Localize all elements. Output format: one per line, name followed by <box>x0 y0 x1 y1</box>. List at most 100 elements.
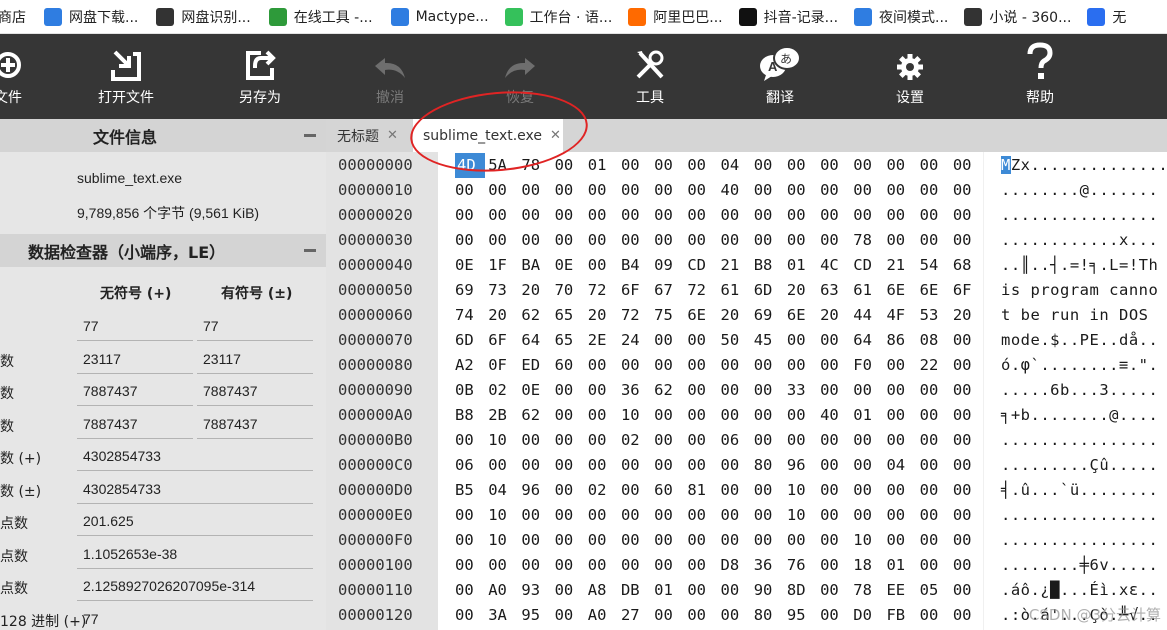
hex-byte[interactable]: 00 <box>687 203 720 228</box>
hex-byte[interactable]: 00 <box>687 353 720 378</box>
hex-byte[interactable]: 00 <box>555 578 588 603</box>
hex-byte[interactable]: 53 <box>920 303 953 328</box>
hex-byte[interactable]: 00 <box>488 453 521 478</box>
hex-byte[interactable]: 65 <box>555 328 588 353</box>
hex-byte[interactable]: 6E <box>787 303 820 328</box>
hex-byte[interactable]: 00 <box>555 428 588 453</box>
ascii-row[interactable]: ╡.û...`ü........ <box>1001 478 1158 503</box>
hex-byte[interactable]: F0 <box>853 353 886 378</box>
hex-byte[interactable]: 72 <box>687 278 720 303</box>
hex-byte[interactable]: 00 <box>687 403 720 428</box>
hex-byte[interactable]: 00 <box>588 178 621 203</box>
ascii-row[interactable]: .áô.¿█...Éì.xε.. <box>1001 578 1158 603</box>
hex-byte[interactable]: 69 <box>754 303 787 328</box>
hex-byte[interactable]: 00 <box>853 428 886 453</box>
hex-byte[interactable]: 00 <box>555 503 588 528</box>
hex-byte[interactable]: 00 <box>853 453 886 478</box>
hex-byte[interactable]: 00 <box>455 178 488 203</box>
hex-byte[interactable]: 00 <box>721 403 754 428</box>
hex-byte[interactable]: 44 <box>853 303 886 328</box>
hex-byte[interactable]: 00 <box>521 178 554 203</box>
hex-byte[interactable]: 00 <box>886 528 919 553</box>
ascii-row[interactable]: t be run in DOS <box>1001 303 1158 328</box>
hex-byte[interactable]: 00 <box>721 503 754 528</box>
hex-byte[interactable]: 00 <box>555 453 588 478</box>
hex-byte[interactable]: 00 <box>555 153 588 178</box>
hex-byte[interactable]: 00 <box>555 203 588 228</box>
hex-byte[interactable]: 00 <box>820 328 853 353</box>
hex-byte[interactable]: 75 <box>654 303 687 328</box>
hex-byte[interactable]: 00 <box>953 453 986 478</box>
hex-byte[interactable]: 00 <box>455 528 488 553</box>
hex-byte[interactable]: 00 <box>654 428 687 453</box>
hex-byte[interactable]: 00 <box>588 353 621 378</box>
hex-byte[interactable]: 10 <box>488 503 521 528</box>
hex-byte[interactable]: 00 <box>886 203 919 228</box>
hex-byte[interactable]: 00 <box>886 228 919 253</box>
hex-byte[interactable]: 00 <box>820 528 853 553</box>
hex-byte[interactable]: 22 <box>920 353 953 378</box>
hex-byte[interactable]: 01 <box>654 578 687 603</box>
hex-byte[interactable]: 00 <box>920 378 953 403</box>
hex-byte[interactable]: 00 <box>455 553 488 578</box>
hex-byte[interactable]: D0 <box>853 603 886 628</box>
hex-byte[interactable]: 00 <box>820 503 853 528</box>
inspector-value-field[interactable]: 2.1258927026207095e-314 <box>77 571 313 601</box>
toolbar-undo-button[interactable]: 撤消 <box>360 34 420 119</box>
hex-byte[interactable]: 00 <box>953 428 986 453</box>
hex-byte[interactable]: 00 <box>754 528 787 553</box>
hex-byte[interactable]: 00 <box>953 378 986 403</box>
hex-byte[interactable]: 00 <box>754 228 787 253</box>
hex-byte[interactable]: 27 <box>621 603 654 628</box>
hex-byte[interactable]: 00 <box>654 403 687 428</box>
hex-byte[interactable]: 20 <box>721 303 754 328</box>
hex-byte[interactable]: ED <box>521 353 554 378</box>
hex-byte[interactable]: 00 <box>886 378 919 403</box>
file-info-header[interactable]: 文件信息 <box>0 119 326 152</box>
hex-byte[interactable]: 00 <box>886 178 919 203</box>
hex-byte[interactable]: 4C <box>820 253 853 278</box>
hex-byte[interactable]: 00 <box>754 178 787 203</box>
collapse-icon[interactable] <box>304 249 316 252</box>
hex-byte[interactable]: 00 <box>721 578 754 603</box>
hex-byte[interactable]: 00 <box>721 453 754 478</box>
bookmark-item[interactable]: 小说 - 360... <box>964 0 1071 33</box>
tab-sublime-text-exe[interactable]: sublime_text.exe ✕ <box>413 119 563 152</box>
hex-byte[interactable]: 00 <box>920 153 953 178</box>
hex-byte[interactable]: 00 <box>853 503 886 528</box>
hex-byte[interactable]: 80 <box>754 453 787 478</box>
ascii-row[interactable]: ........╪6v..... <box>1001 553 1158 578</box>
hex-byte[interactable]: 00 <box>455 603 488 628</box>
inspector-unsigned-field[interactable]: 7887437 <box>77 409 193 439</box>
hex-byte[interactable]: A2 <box>455 353 488 378</box>
hex-byte[interactable]: CD <box>687 253 720 278</box>
hex-byte[interactable]: 20 <box>521 278 554 303</box>
hex-byte[interactable]: 6D <box>455 328 488 353</box>
toolbar-new-file-button[interactable]: 文件 <box>0 34 38 119</box>
hex-byte[interactable]: 00 <box>886 403 919 428</box>
hex-byte[interactable]: 00 <box>920 178 953 203</box>
hex-byte[interactable]: 00 <box>687 453 720 478</box>
hex-byte[interactable]: 40 <box>820 403 853 428</box>
inspector-signed-field[interactable]: 7887437 <box>197 409 313 439</box>
hex-byte[interactable]: 00 <box>654 328 687 353</box>
hex-byte[interactable]: 00 <box>953 403 986 428</box>
ascii-row[interactable]: is program canno <box>1001 278 1158 303</box>
hex-byte[interactable]: 0E <box>555 253 588 278</box>
hex-byte[interactable]: 00 <box>853 203 886 228</box>
hex-byte[interactable]: 00 <box>721 478 754 503</box>
inspector-signed-field[interactable]: 77 <box>197 311 313 341</box>
hex-byte[interactable]: 00 <box>555 403 588 428</box>
hex-byte[interactable]: 10 <box>787 478 820 503</box>
hex-byte[interactable]: 00 <box>886 153 919 178</box>
bookmark-item[interactable]: 工作台 · 语... <box>504 0 612 33</box>
inspector-signed-field[interactable]: 7887437 <box>197 376 313 406</box>
hex-byte[interactable]: 00 <box>953 228 986 253</box>
hex-byte[interactable]: 00 <box>886 428 919 453</box>
collapse-icon[interactable] <box>304 134 316 137</box>
hex-byte[interactable]: 00 <box>820 153 853 178</box>
hex-byte[interactable]: 00 <box>687 553 720 578</box>
hex-byte[interactable]: 02 <box>488 378 521 403</box>
hex-byte[interactable]: D8 <box>721 553 754 578</box>
ascii-row[interactable]: ........@....... <box>1001 178 1158 203</box>
